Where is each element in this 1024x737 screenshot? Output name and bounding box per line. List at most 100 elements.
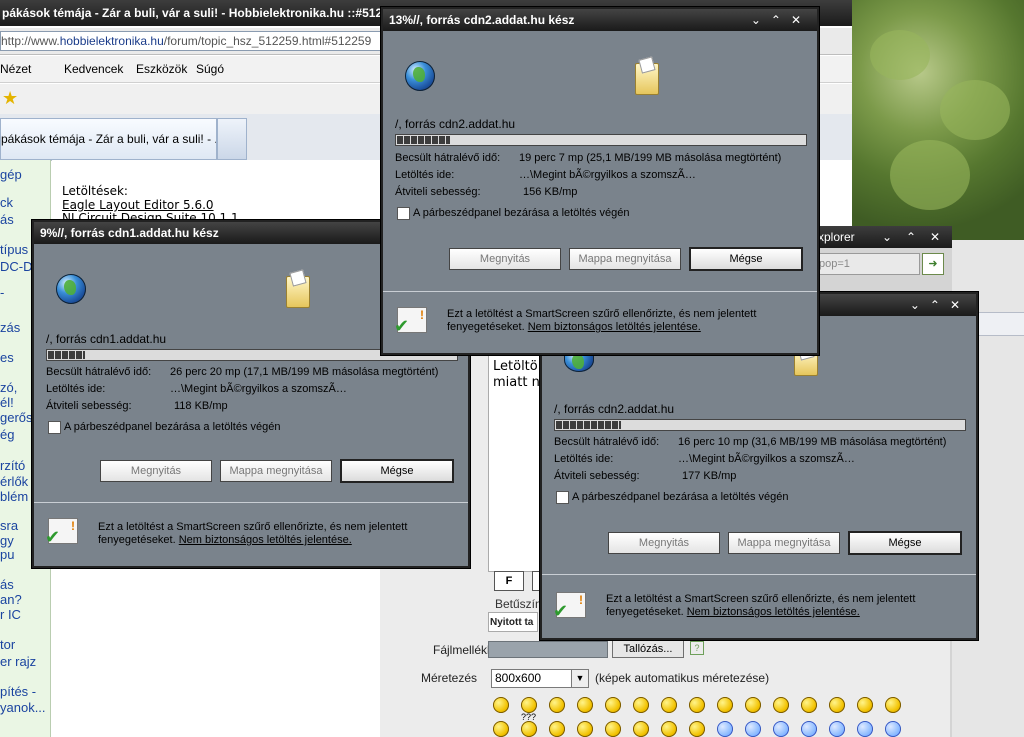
- minimize-icon[interactable]: ⌄: [751, 13, 771, 27]
- favorites-star-icon[interactable]: ★: [2, 88, 18, 109]
- smiley-icon[interactable]: [577, 697, 593, 713]
- smiley-icon[interactable]: [549, 721, 565, 737]
- bold-button[interactable]: F: [494, 571, 524, 591]
- sidebar-item[interactable]: gerősí: [0, 410, 36, 425]
- smiley-icon[interactable]: [633, 697, 649, 713]
- open-button[interactable]: Megnyitás: [608, 532, 720, 554]
- close-icon[interactable]: ✕: [791, 13, 811, 27]
- close-on-complete-checkbox[interactable]: [556, 491, 569, 504]
- smiley-icon[interactable]: [689, 697, 705, 713]
- new-tab-button[interactable]: [217, 118, 247, 160]
- tab-active[interactable]: pákások témája - Zár a buli, vár a suli!…: [0, 118, 217, 160]
- smiley-icon[interactable]: [745, 697, 761, 713]
- smiley-icon[interactable]: [521, 697, 537, 713]
- help-icon[interactable]: ?: [690, 641, 704, 655]
- smiley-icon[interactable]: [857, 697, 873, 713]
- smiley-icon[interactable]: [801, 697, 817, 713]
- menu-favorites[interactable]: Kedvencek: [64, 62, 123, 76]
- restore-icon[interactable]: ⌃: [930, 298, 950, 312]
- sidebar-item[interactable]: tor: [0, 637, 15, 652]
- smiley-icon[interactable]: [521, 721, 537, 737]
- smiley-icon[interactable]: [885, 721, 901, 737]
- attachment-field[interactable]: [488, 641, 608, 658]
- sidebar-item[interactable]: típus: [0, 242, 28, 257]
- sidebar-item[interactable]: r IC: [0, 607, 21, 622]
- smiley-icon[interactable]: [493, 721, 509, 737]
- close-on-complete-checkbox[interactable]: [397, 207, 410, 220]
- menu-tools[interactable]: Eszközök: [136, 62, 187, 76]
- smiley-icon[interactable]: [773, 697, 789, 713]
- smiley-icon[interactable]: [549, 697, 565, 713]
- open-folder-button[interactable]: Mappa megnyitása: [728, 532, 840, 554]
- smiley-caption: ???: [521, 712, 537, 722]
- sidebar-item[interactable]: sra: [0, 518, 18, 533]
- dialog-divider: [383, 291, 817, 292]
- smiley-icon[interactable]: [633, 721, 649, 737]
- open-folder-button[interactable]: Mappa megnyitása: [220, 460, 332, 482]
- sidebar-item[interactable]: er rajz: [0, 654, 36, 669]
- sidebar-item[interactable]: gy: [0, 533, 14, 548]
- smiley-icon[interactable]: [689, 721, 705, 737]
- smiley-icon[interactable]: [745, 721, 761, 737]
- sidebar-item[interactable]: pítés -: [0, 684, 36, 699]
- minimize-icon[interactable]: ⌄: [882, 230, 892, 244]
- open-button[interactable]: Megnyitás: [449, 248, 561, 270]
- sidebar-item[interactable]: zó,: [0, 380, 17, 395]
- smiley-icon[interactable]: [605, 697, 621, 713]
- restore-icon[interactable]: ⌃: [771, 13, 791, 27]
- browse-button[interactable]: Tallózás...: [612, 640, 684, 658]
- smiley-icon[interactable]: [661, 721, 677, 737]
- open-folder-button[interactable]: Mappa megnyitása: [569, 248, 681, 270]
- sidebar-item[interactable]: ás: [0, 577, 14, 592]
- cancel-button[interactable]: Mégse: [848, 531, 962, 555]
- sidebar-item[interactable]: an?: [0, 592, 22, 607]
- menu-view[interactable]: Nézet: [0, 62, 31, 76]
- close-on-complete-checkbox[interactable]: [48, 421, 61, 434]
- sidebar-item[interactable]: él!: [0, 395, 14, 410]
- minimize-icon[interactable]: ⌄: [910, 298, 930, 312]
- close-icon[interactable]: ✕: [950, 298, 970, 312]
- second-address-input[interactable]: pop=1: [818, 253, 920, 275]
- sidebar-item[interactable]: DC-D: [0, 259, 33, 274]
- sidebar-item[interactable]: érlők: [0, 474, 28, 489]
- smiley-icon[interactable]: [885, 697, 901, 713]
- menu-help[interactable]: Súgó: [196, 62, 224, 76]
- report-unsafe-link[interactable]: Nem biztonságos letöltés jelentése.: [179, 534, 352, 546]
- second-browser-toolbar[interactable]: [976, 312, 1024, 336]
- restore-icon[interactable]: ⌃: [906, 230, 916, 244]
- close-icon[interactable]: ✕: [930, 230, 940, 244]
- download-link[interactable]: Eagle Layout Editor 5.6.0: [62, 198, 214, 212]
- resize-select[interactable]: 800x600 ▼: [491, 669, 589, 688]
- second-browser-title-bar[interactable]: xplorer ⌄ ⌃ ✕: [800, 226, 952, 248]
- smiley-icon[interactable]: [717, 721, 733, 737]
- cancel-button[interactable]: Mégse: [340, 459, 454, 483]
- sidebar-item[interactable]: pu: [0, 547, 14, 562]
- sidebar-item[interactable]: -: [0, 285, 4, 300]
- download-progress-fill: [397, 136, 450, 144]
- sidebar-item[interactable]: ck: [0, 195, 13, 210]
- sidebar-item[interactable]: blém: [0, 489, 28, 504]
- sidebar-item[interactable]: es: [0, 350, 14, 365]
- cancel-button[interactable]: Mégse: [689, 247, 803, 271]
- smiley-icon[interactable]: [661, 697, 677, 713]
- sidebar-item[interactable]: rzító: [0, 458, 25, 473]
- open-button[interactable]: Megnyitás: [100, 460, 212, 482]
- address-input[interactable]: http://www.hobbielektronika.hu/forum/top…: [0, 31, 382, 51]
- report-unsafe-link[interactable]: Nem biztonságos letöltés jelentése.: [528, 321, 701, 333]
- go-icon[interactable]: ➜: [922, 253, 944, 275]
- smiley-icon[interactable]: [829, 721, 845, 737]
- sidebar-item[interactable]: ég: [0, 427, 14, 442]
- report-unsafe-link[interactable]: Nem biztonságos letöltés jelentése.: [687, 606, 860, 618]
- sidebar-item[interactable]: yanok...: [0, 700, 46, 715]
- smiley-icon[interactable]: [773, 721, 789, 737]
- smiley-icon[interactable]: [857, 721, 873, 737]
- sidebar-item[interactable]: zás: [0, 320, 20, 335]
- sidebar-item[interactable]: gép: [0, 167, 22, 182]
- smiley-icon[interactable]: [717, 697, 733, 713]
- smiley-icon[interactable]: [493, 697, 509, 713]
- sidebar-item[interactable]: ás: [0, 212, 14, 227]
- smiley-icon[interactable]: [801, 721, 817, 737]
- smiley-icon[interactable]: [829, 697, 845, 713]
- smiley-icon[interactable]: [605, 721, 621, 737]
- smiley-icon[interactable]: [577, 721, 593, 737]
